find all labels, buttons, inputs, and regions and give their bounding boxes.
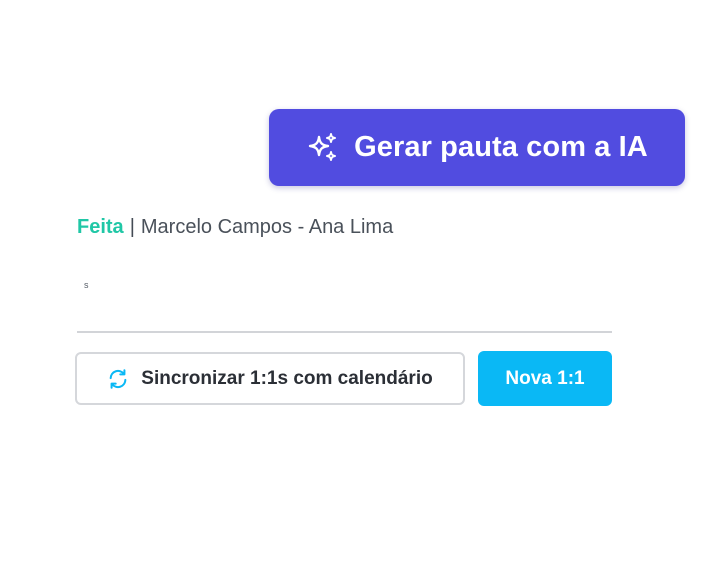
meeting-participants: Marcelo Campos - Ana Lima [140, 215, 394, 238]
divider [77, 331, 612, 333]
sync-calendar-label: Sincronizar 1:1s com calendário [141, 367, 433, 389]
refresh-icon [107, 368, 129, 390]
new-one-on-one-label: Nova 1:1 [505, 367, 585, 389]
note-text: s [84, 280, 89, 290]
sparkle-icon [306, 131, 340, 165]
new-one-on-one-button[interactable]: Nova 1:1 [478, 351, 612, 406]
generate-agenda-ai-button[interactable]: Gerar pauta com a IA [269, 109, 685, 186]
separator: | [129, 215, 135, 238]
sync-calendar-button[interactable]: Sincronizar 1:1s com calendário [75, 352, 465, 405]
meeting-status: Feita [77, 215, 124, 238]
meeting-header: Feita | Marcelo Campos - Ana Lima [77, 213, 393, 241]
generate-agenda-label: Gerar pauta com a IA [354, 131, 648, 163]
